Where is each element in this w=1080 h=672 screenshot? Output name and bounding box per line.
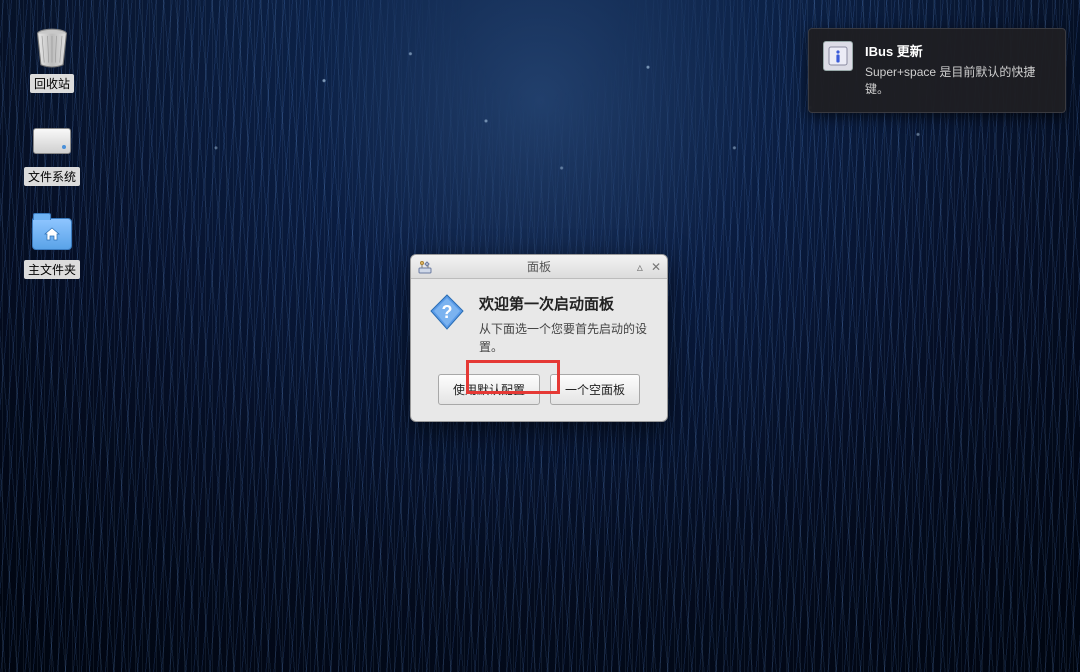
annotation-highlight: [466, 360, 560, 394]
dialog-subtext: 从下面选一个您要首先启动的设置。: [479, 320, 651, 356]
svg-text:?: ?: [442, 302, 453, 322]
notification-title: IBus 更新: [865, 41, 1051, 60]
window-close-button[interactable]: ✕: [651, 261, 661, 273]
dialog-title: 面板: [527, 258, 551, 275]
trash-icon: [32, 28, 72, 68]
drive-icon: [32, 121, 72, 161]
notification-body: IBus 更新 Super+space 是目前默认的快捷键。: [865, 41, 1051, 98]
desktop-icon-filesystem[interactable]: 文件系统: [22, 121, 82, 186]
desktop-icons-container: 回收站 文件系统 主文件夹: [22, 28, 82, 279]
window-maximize-button[interactable]: ▵: [637, 261, 643, 273]
desktop-icon-label: 主文件夹: [24, 260, 80, 279]
notification-message: Super+space 是目前默认的快捷键。: [865, 64, 1051, 98]
question-icon: ?: [427, 293, 467, 333]
dialog-titlebar[interactable]: 面板 ▵ ✕: [411, 255, 667, 279]
desktop-icon-label: 文件系统: [24, 167, 80, 186]
desktop-icon-trash[interactable]: 回收站: [22, 28, 82, 93]
dialog-heading: 欢迎第一次启动面板: [479, 293, 651, 314]
empty-panel-button[interactable]: 一个空面板: [550, 374, 640, 405]
notification-bubble[interactable]: IBus 更新 Super+space 是目前默认的快捷键。: [808, 28, 1066, 113]
folder-home-icon: [32, 214, 72, 254]
desktop-icon-label: 回收站: [30, 74, 74, 93]
panel-app-icon: [417, 259, 433, 275]
desktop-icon-home[interactable]: 主文件夹: [22, 214, 82, 279]
info-icon: [823, 41, 853, 71]
panel-first-run-dialog: 面板 ▵ ✕ ? 欢迎第一次启动面板 从下面选一个您要首先启动的设置。 使用默认…: [410, 254, 668, 422]
